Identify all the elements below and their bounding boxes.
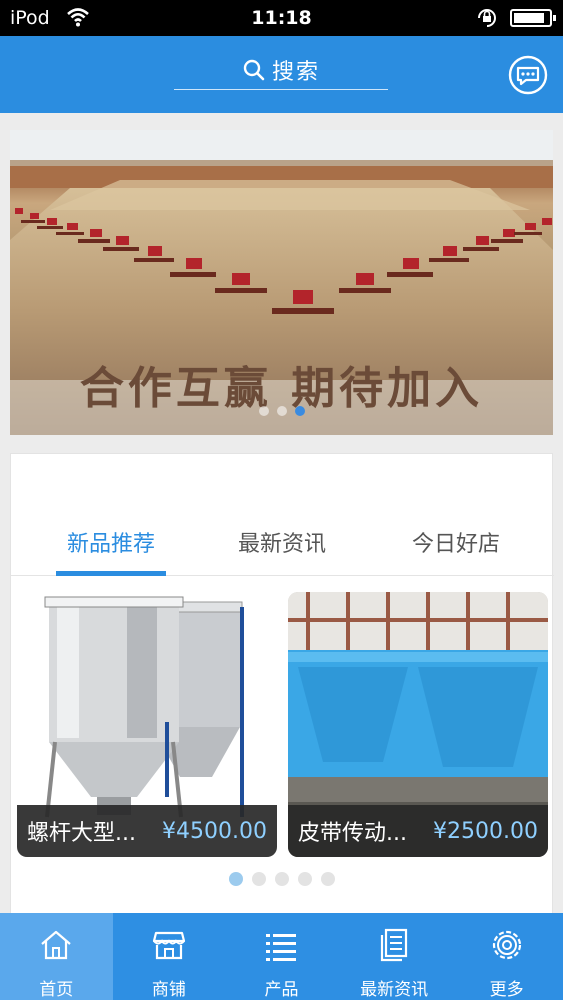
app-header: 搜索 [0,36,563,113]
pager-dot-active[interactable] [228,872,243,886]
product-pager [11,872,552,886]
nav-item-products[interactable]: 产品 [225,913,338,1000]
nav-label: 更多 [489,980,524,1000]
product-name: 螺杆大型... [27,821,136,846]
tab-new-products[interactable]: 新品推荐 [46,526,176,576]
nav-item-home[interactable]: 首页 [0,913,113,1000]
nav-item-more[interactable]: 更多 [450,913,563,1000]
nav-item-news[interactable]: 最新资讯 [338,913,451,1000]
nav-item-shops[interactable]: 商铺 [113,913,226,1000]
banner-pager [10,406,553,416]
product-card[interactable]: 皮带传动... ¥2500.00 [288,592,548,857]
search-label: 搜索 [271,59,320,85]
banner-dot-active[interactable] [294,406,305,416]
product-price: ¥4500.00 [162,818,267,844]
banner-dot[interactable] [258,406,269,416]
product-name: 皮带传动... [298,821,407,846]
nav-label: 最新资讯 [360,980,429,1000]
tab-bar: 新品推荐 最新资讯 今日好店 [11,526,554,576]
tab-today-shops[interactable]: 今日好店 [391,526,521,576]
nav-label: 产品 [264,980,299,1000]
chat-bubble-icon[interactable] [508,55,548,95]
tab-latest-news[interactable]: 最新资讯 [217,526,347,576]
product-carousel[interactable]: 螺杆大型... ¥4500.00 皮带传动... ¥2500.00 [17,592,549,857]
product-card[interactable]: 螺杆大型... ¥4500.00 [17,592,277,857]
banner-dot[interactable] [276,406,287,416]
document-icon [380,928,408,962]
status-bar: iPod 11:18 [0,0,563,36]
storefront-icon [152,931,185,960]
list-icon [266,934,297,961]
pager-dot[interactable] [274,872,289,886]
pager-dot[interactable] [297,872,312,886]
product-info-bar: 皮带传动... ¥2500.00 [288,805,548,857]
bottom-nav: 首页 商铺 产品 最新资讯 更多 [0,913,563,1000]
nav-label: 商铺 [151,980,186,1000]
search-bar[interactable]: 搜索 [174,50,388,90]
battery-icon [510,9,556,27]
rotation-lock-icon [478,9,496,27]
product-panel: 新品推荐 最新资讯 今日好店 螺杆大型... ¥4500.00 皮带传动... … [10,453,554,923]
pager-dot[interactable] [320,872,335,886]
nav-label: 首页 [39,980,74,1000]
product-info-bar: 螺杆大型... ¥4500.00 [17,805,277,857]
home-icon [41,930,72,960]
search-icon [243,59,265,80]
product-price: ¥2500.00 [433,818,538,844]
pager-dot[interactable] [251,872,266,886]
gear-icon [492,930,521,960]
banner-carousel[interactable]: 合作互赢 期待加入 [10,130,553,435]
